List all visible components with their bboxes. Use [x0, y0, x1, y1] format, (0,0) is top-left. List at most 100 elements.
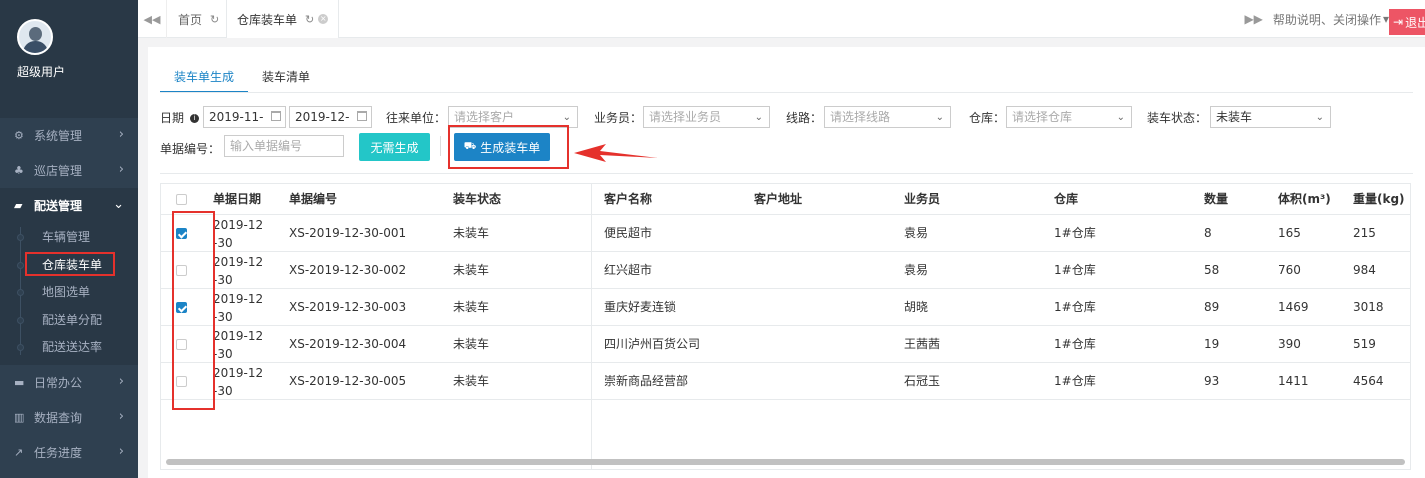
forward-icon[interactable]: ▶▶ [1244, 12, 1262, 26]
sidebar-item-store-patrol[interactable]: ♣ 巡店管理 › [0, 153, 138, 188]
cell-volume: 165 [1278, 226, 1301, 240]
cell-volume: 760 [1278, 263, 1301, 277]
col-status[interactable]: 装车状态 [453, 184, 501, 215]
cell-customer: 崇新商品经营部 [604, 374, 689, 388]
separator [440, 136, 441, 156]
cell-salesman: 袁易 [904, 226, 929, 240]
submenu-item-map-select[interactable]: 地图选单 [0, 278, 138, 306]
cell-warehouse: 1#仓库 [1054, 374, 1096, 388]
sitemap-icon: ♣ [14, 164, 24, 177]
salesman-select[interactable]: 请选择业务员 ⌄ [643, 106, 770, 128]
cell-qty: 93 [1204, 374, 1220, 388]
sidebar-item-label: 配送管理 [34, 199, 83, 213]
close-ops-dropdown[interactable]: 关闭操作 [1333, 11, 1381, 28]
sidebar-item-office[interactable]: ▬ 日常办公 › [0, 365, 138, 400]
warehouse-select[interactable]: 请选择仓库 ⌄ [1006, 106, 1132, 128]
date-to-input[interactable]: 2019-12- [289, 106, 372, 128]
tab-warehouse-loading[interactable]: 仓库装车单 ↻ × [226, 0, 340, 38]
salesman-label: 业务员： [594, 111, 643, 125]
cell-weight: 3018 [1353, 300, 1384, 314]
subtabs: 装车单生成 装车清单 [160, 67, 324, 93]
cell-weight: 519 [1353, 337, 1376, 351]
cell-status: 未装车 [453, 226, 490, 240]
cell-warehouse: 1#仓库 [1054, 337, 1096, 351]
route-select[interactable]: 请选择线路 ⌄ [824, 106, 951, 128]
col-docno[interactable]: 单据编号 [289, 184, 337, 215]
annotation-box [172, 211, 215, 410]
table-row[interactable]: 2019-12 -30 XS-2019-12-30-005 未装车 崇新商品经营部 石冠玉… [161, 363, 1410, 400]
date-label: 日期 i [160, 109, 199, 126]
main-panel: 装车单生成 装车清单 日期 i 2019-11- 2019-12- 往来单位： … [148, 47, 1425, 478]
tab-bar: ◀◀ 首页 ↻ 仓库装车单 ↻ × ▶▶ 帮助说明 、 关闭操作 ▾ ⇥ 退出 [138, 0, 1425, 38]
tab-loading-list[interactable]: 装车清单 [248, 67, 324, 93]
avatar[interactable] [17, 19, 53, 55]
status-select[interactable]: 未装车 ⌄ [1210, 106, 1331, 128]
refresh-icon[interactable]: ↻ [305, 13, 314, 26]
cell-customer: 四川泸州百货公司 [604, 337, 701, 351]
docno-label: 单据编号： [160, 142, 221, 156]
submenu-item-delivery-assign[interactable]: 配送单分配 [0, 306, 138, 334]
cell-customer: 便民超市 [604, 226, 653, 240]
sidebar-item-task-progress[interactable]: ↗ 任务进度 › [0, 435, 138, 470]
cell-qty: 58 [1204, 263, 1220, 277]
col-date[interactable]: 单据日期 [213, 184, 261, 215]
line-chart-icon: ↗ [14, 445, 24, 459]
cell-qty: 89 [1204, 300, 1220, 314]
submenu-item-vehicles[interactable]: 车辆管理 [0, 223, 138, 251]
col-warehouse[interactable]: 仓库 [1054, 184, 1078, 215]
sidebar-item-label: 数据查询 [34, 410, 83, 425]
cell-status: 未装车 [453, 374, 490, 388]
cell-qty: 19 [1204, 337, 1220, 351]
tab-tools: ▶▶ 帮助说明 、 关闭操作 ▾ [1244, 11, 1389, 28]
info-icon: i [189, 114, 199, 123]
submenu-item-warehouse-loading[interactable]: 仓库装车单 [0, 251, 138, 279]
annotation-box [25, 251, 115, 276]
table-row[interactable]: 2019-12 -30 XS-2019-12-30-004 未装车 四川泸州百货公司 王茜… [161, 326, 1410, 363]
chevron-right-icon: › [118, 162, 124, 177]
cell-no: XS-2019-12-30-003 [289, 300, 407, 314]
cell-warehouse: 1#仓库 [1054, 263, 1096, 277]
docno-input[interactable]: 输入单据编号 [224, 135, 344, 157]
table-row[interactable]: 2019-12 -30 XS-2019-12-30-001 未装车 便民超市 袁易 1#仓库… [161, 215, 1410, 252]
col-salesman[interactable]: 业务员 [904, 184, 940, 215]
sidebar-item-label: 巡店管理 [34, 164, 83, 178]
cell-weight: 984 [1353, 263, 1376, 277]
chevron-right-icon: › [118, 373, 124, 389]
submenu-item-delivery-rate[interactable]: 配送送达率 [0, 333, 138, 361]
bar-chart-icon: ▥ [14, 410, 25, 424]
cell-qty: 8 [1204, 226, 1212, 240]
logout-button[interactable]: ⇥ 退出 [1389, 9, 1425, 35]
chevron-down-icon: ⌄ [754, 112, 763, 123]
select-all-checkbox[interactable] [176, 194, 187, 205]
col-customer[interactable]: 客户名称 [604, 184, 652, 215]
cell-date: 2019-12 -30 [213, 366, 264, 398]
horizontal-scrollbar[interactable] [166, 459, 1405, 465]
col-volume[interactable]: 体积(m³) [1278, 184, 1331, 215]
chevron-down-icon: ⌄ [113, 197, 124, 212]
skip-generate-button[interactable]: 无需生成 [359, 133, 430, 161]
col-address[interactable]: 客户地址 [754, 184, 802, 215]
sidebar-item-system[interactable]: ⚙ 系统管理 › [0, 118, 138, 153]
table-row[interactable]: 2019-12 -30 XS-2019-12-30-003 未装车 重庆好麦连锁 胡晓 1#… [161, 289, 1410, 326]
tab-generate-loading[interactable]: 装车单生成 [160, 67, 249, 93]
cell-volume: 390 [1278, 337, 1301, 351]
help-link[interactable]: 帮助说明 [1273, 11, 1321, 28]
backward-icon[interactable]: ◀◀ [138, 0, 167, 38]
col-weight[interactable]: 重量(kg) [1353, 184, 1405, 215]
sidebar-item-delivery[interactable]: ▰ 配送管理 ⌄ [0, 188, 138, 223]
refresh-icon[interactable]: ↻ [210, 13, 219, 26]
col-qty[interactable]: 数量 [1204, 184, 1228, 215]
cell-salesman: 袁易 [904, 263, 929, 277]
tab-home[interactable]: 首页 ↻ [168, 0, 229, 38]
cell-date: 2019-12 -30 [213, 292, 264, 324]
close-icon[interactable]: × [318, 14, 329, 24]
table-row[interactable]: 2019-12 -30 XS-2019-12-30-002 未装车 红兴超市 袁易 1#仓库… [161, 252, 1410, 289]
warehouse-label: 仓库： [969, 111, 1006, 125]
cell-status: 未装车 [453, 300, 490, 314]
cell-status: 未装车 [453, 263, 490, 277]
chevron-right-icon: › [118, 443, 124, 459]
sidebar-item-data-query[interactable]: ▥ 数据查询 › [0, 400, 138, 435]
date-from-input[interactable]: 2019-11- [203, 106, 286, 128]
cell-customer: 红兴超市 [604, 263, 653, 277]
sign-out-icon: ⇥ [1393, 15, 1404, 29]
